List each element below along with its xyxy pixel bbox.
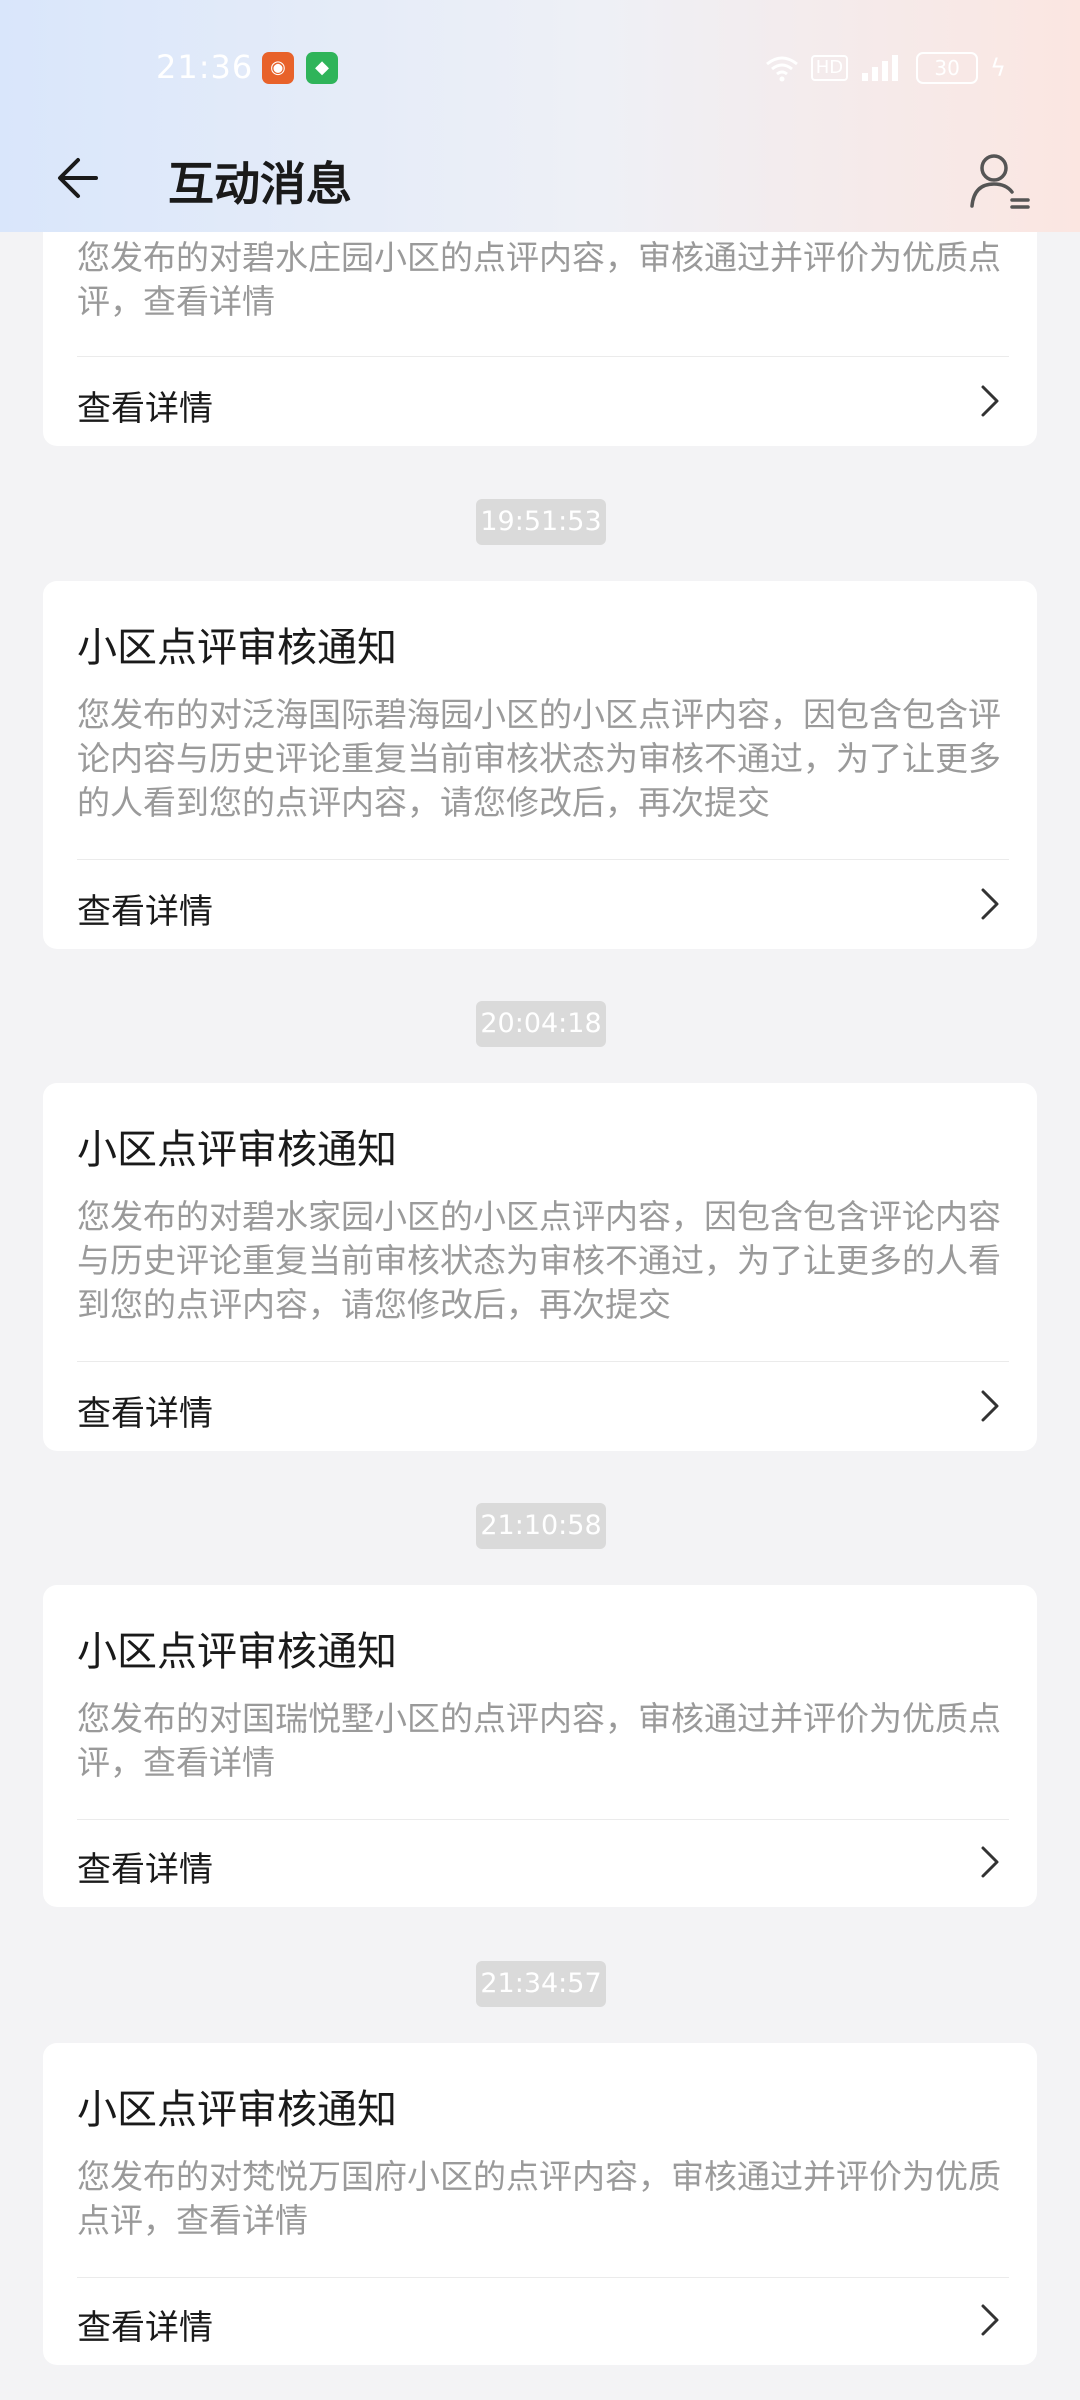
charging-icon: ϟ xyxy=(990,54,1006,82)
chevron-right-icon xyxy=(981,1846,999,1878)
signal-icon xyxy=(862,55,899,81)
message-timestamp: 19:51:53 xyxy=(476,499,606,545)
message-card: 小区点评审核通知 您发布的对国瑞悦墅小区的点评内容，审核通过并评价为优质点评，查… xyxy=(43,1585,1037,1907)
card-divider xyxy=(77,1361,1009,1362)
chevron-right-icon xyxy=(981,2304,999,2336)
view-details-label: 查看详情 xyxy=(77,2308,213,2348)
view-details-label: 查看详情 xyxy=(77,1850,213,1890)
chevron-right-icon xyxy=(981,1390,999,1422)
view-details-link[interactable]: 查看详情 xyxy=(77,1382,1009,1434)
status-time: 21:36 xyxy=(156,48,254,86)
message-card: 小区点评审核通知 您发布的对梵悦万国府小区的点评内容，审核通过并评价为优质点评，… xyxy=(43,2043,1037,2365)
hd-icon: HD xyxy=(810,55,849,81)
app-header: 21:36 ◉ ◆ HD 30 ϟ 互动消息 xyxy=(0,0,1080,232)
app-notification-icon: ◆ xyxy=(306,52,338,84)
message-title: 小区点评审核通知 xyxy=(77,1127,397,1173)
message-description: 您发布的对碧水庄园小区的点评内容，审核通过并评价为优质点评，查看详情 xyxy=(77,238,1001,321)
message-timestamp: 21:34:57 xyxy=(476,1961,606,2007)
card-divider xyxy=(77,1819,1009,1820)
message-timestamp: 21:10:58 xyxy=(476,1503,606,1549)
view-details-link[interactable]: 查看详情 xyxy=(77,2296,1009,2348)
app-notification-icon: ◉ xyxy=(262,52,294,84)
view-details-link[interactable]: 查看详情 xyxy=(77,880,1009,932)
view-details-label: 查看详情 xyxy=(77,892,213,932)
view-details-link[interactable]: 查看详情 xyxy=(77,377,1009,429)
system-icons: HD 30 ϟ xyxy=(765,50,1006,86)
view-details-link[interactable]: 查看详情 xyxy=(77,1838,1009,1890)
message-description: 您发布的对梵悦万国府小区的点评内容，审核通过并评价为优质点评，查看详情 xyxy=(77,2157,1001,2240)
card-divider xyxy=(77,356,1009,357)
wifi-icon xyxy=(765,56,798,82)
message-title: 小区点评审核通知 xyxy=(77,2087,397,2133)
user-icon[interactable] xyxy=(966,148,1032,214)
chevron-right-icon xyxy=(981,385,999,417)
status-bar: 21:36 ◉ ◆ HD 30 ϟ xyxy=(0,0,1080,130)
view-details-label: 查看详情 xyxy=(77,389,213,429)
card-divider xyxy=(77,859,1009,860)
message-title: 小区点评审核通知 xyxy=(77,625,397,671)
message-description: 您发布的对泛海国际碧海园小区的小区点评内容，因包含包含评论内容与历史评论重复当前… xyxy=(77,695,1001,822)
message-card: 小区点评审核通知 您发布的对泛海国际碧海园小区的小区点评内容，因包含包含评论内容… xyxy=(43,581,1037,949)
message-description: 您发布的对国瑞悦墅小区的点评内容，审核通过并评价为优质点评，查看详情 xyxy=(77,1699,1001,1782)
battery-icon: 30 xyxy=(916,52,979,84)
view-details-label: 查看详情 xyxy=(77,1394,213,1434)
message-card: 小区点评审核通知 您发布的对碧水家园小区的小区点评内容，因包含包含评论内容与历史… xyxy=(43,1083,1037,1451)
chevron-right-icon xyxy=(981,888,999,920)
message-list: 您发布的对碧水庄园小区的点评内容，审核通过并评价为优质点评，查看详情 查看详情 … xyxy=(0,0,1080,2400)
back-arrow-icon[interactable] xyxy=(52,146,116,210)
message-description: 您发布的对碧水家园小区的小区点评内容，因包含包含评论内容与历史评论重复当前审核状… xyxy=(77,1197,1001,1324)
message-title: 小区点评审核通知 xyxy=(77,1629,397,1675)
card-divider xyxy=(77,2277,1009,2278)
message-timestamp: 20:04:18 xyxy=(476,1001,606,1047)
page-title: 互动消息 xyxy=(168,157,352,211)
